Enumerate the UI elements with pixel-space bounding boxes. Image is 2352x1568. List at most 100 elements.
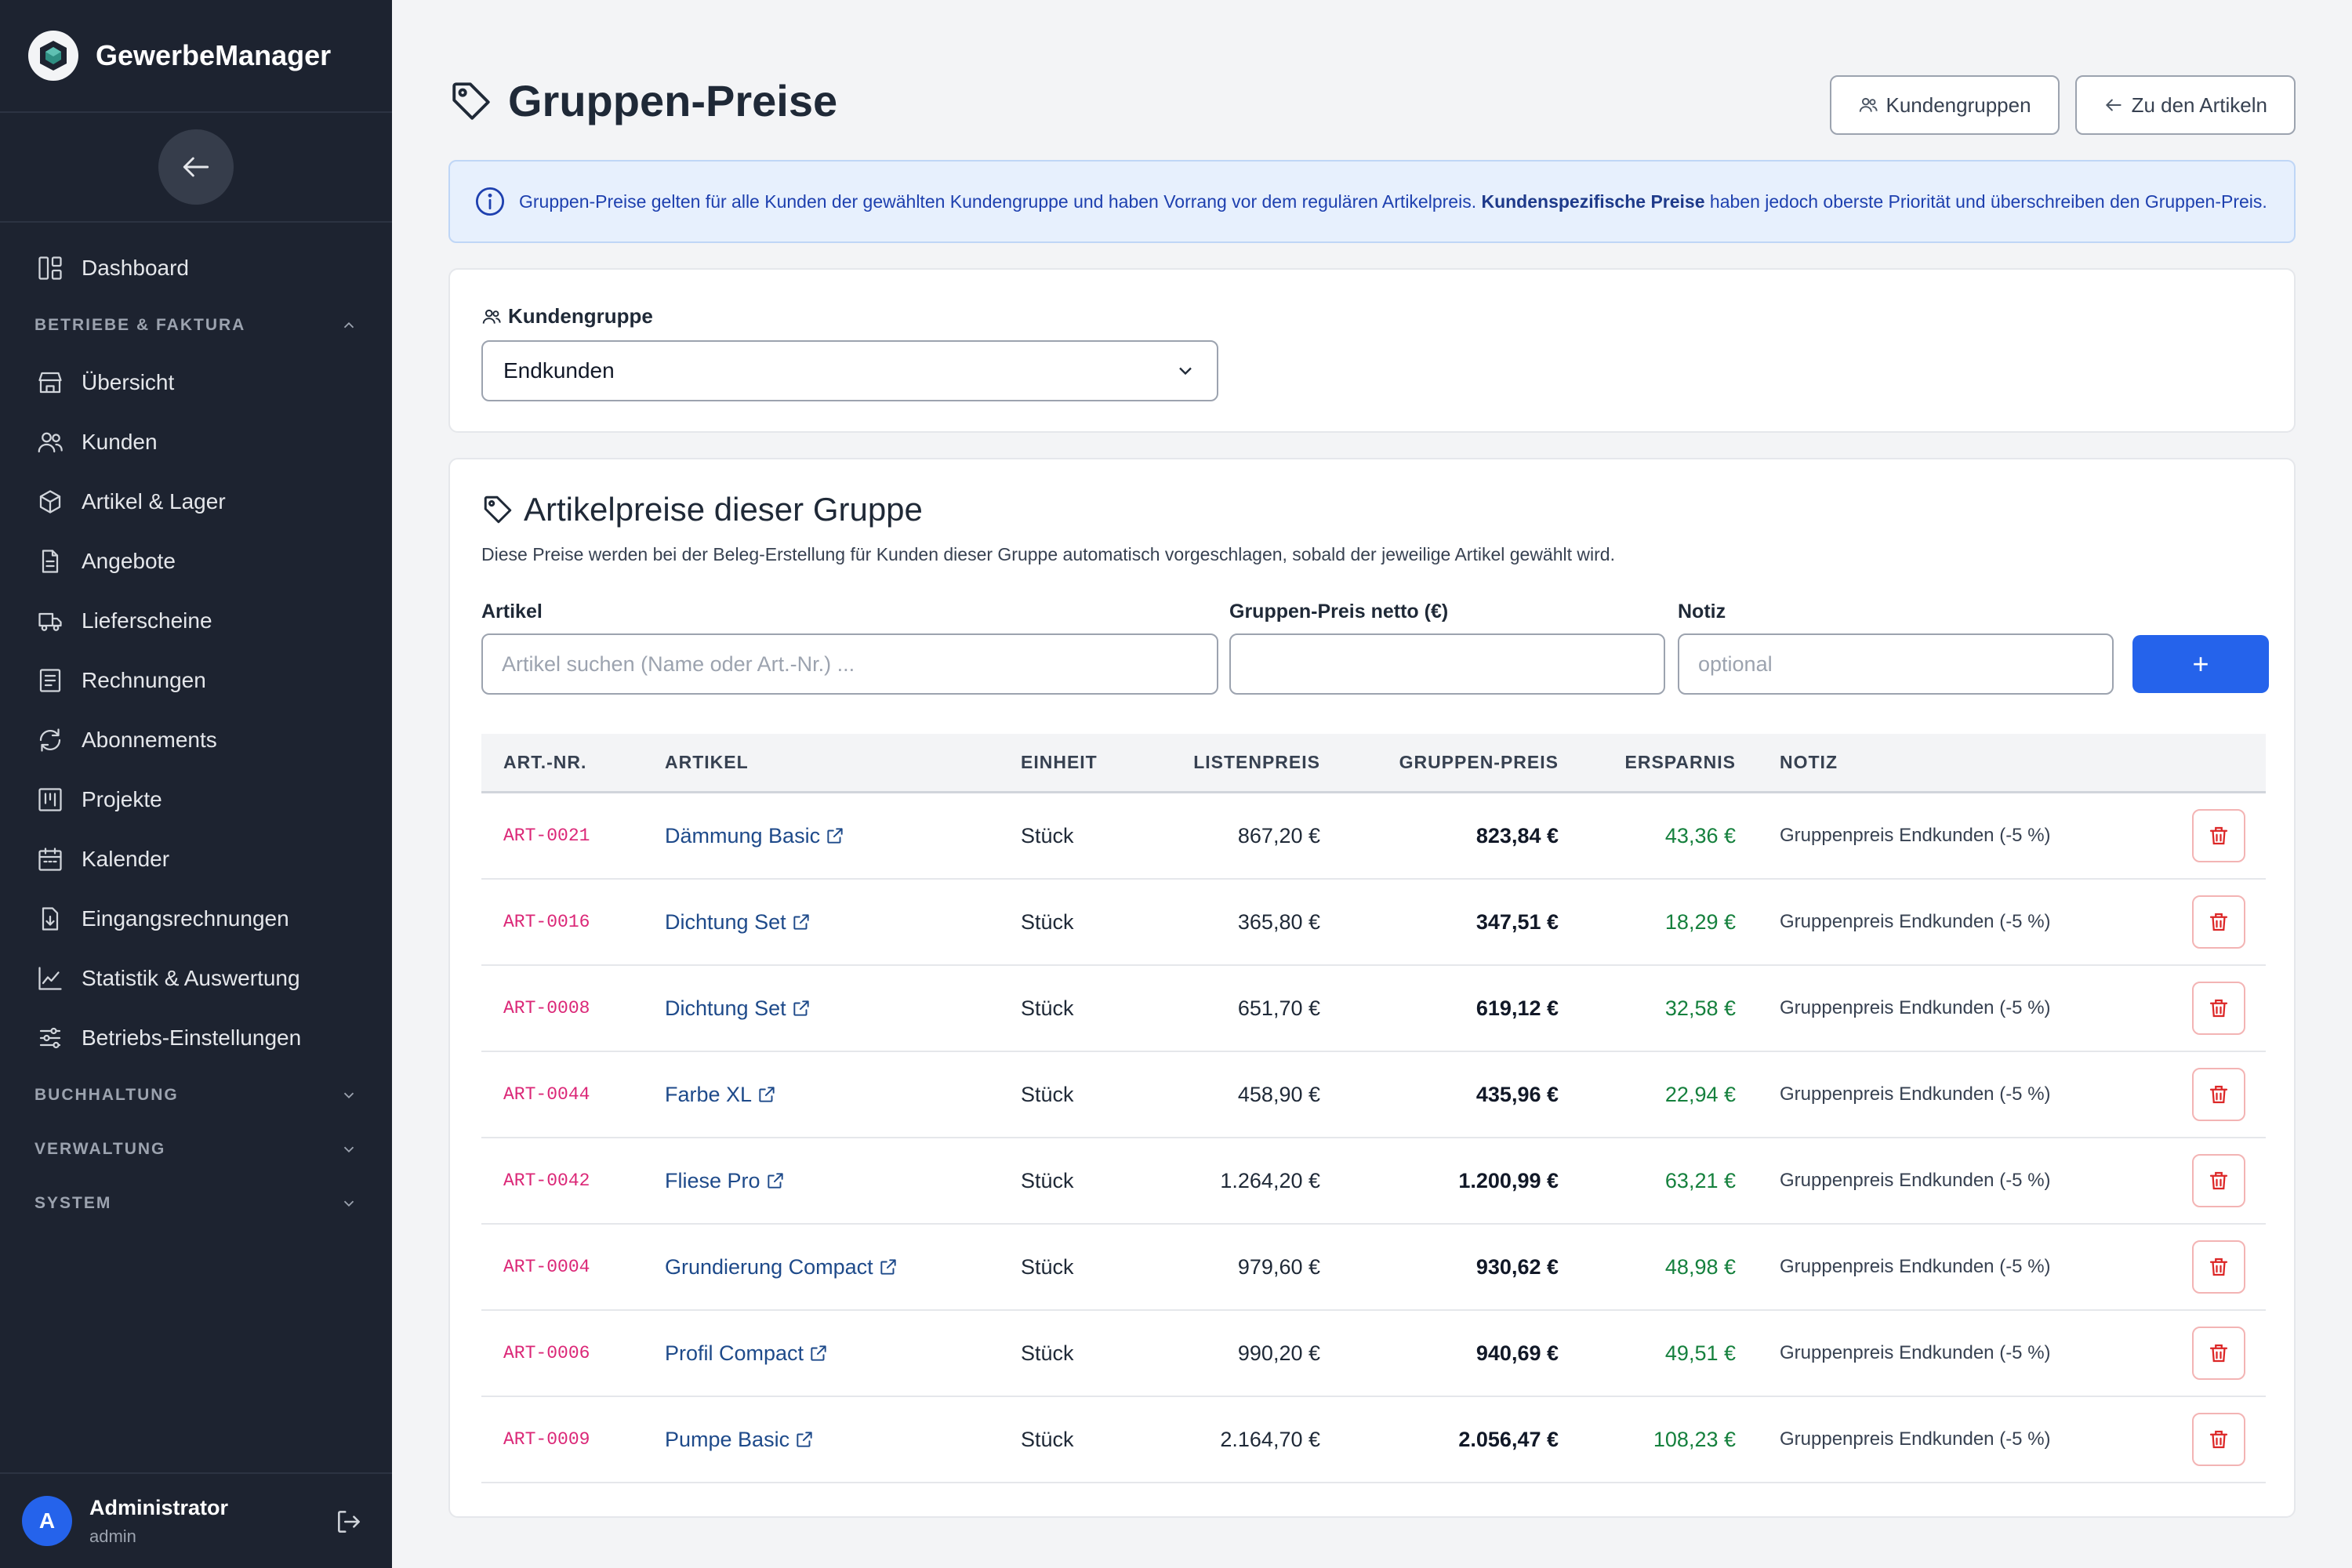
sidebar-item-label: Kalender <box>82 847 170 871</box>
article-prices-card: Artikelpreise dieser Gruppe Diese Preise… <box>448 458 2296 1518</box>
sidebar-item-dashboard[interactable]: Dashboard <box>0 238 392 298</box>
col-listenpreis: LISTENPREIS <box>1193 752 1320 772</box>
customer-group-select[interactable]: Endkunden <box>481 340 1218 401</box>
group-price: 347,51 € <box>1475 909 1559 934</box>
table-row: ART-0021 Dämmung Basic Stück 867,20 € 823,84… <box>481 793 2266 880</box>
savings: 32,58 € <box>1664 996 1736 1020</box>
article-link[interactable]: Dichtung Set <box>665 996 811 1021</box>
sidebar-item-lieferscheine[interactable]: Lieferscheine <box>0 591 392 651</box>
sidebar-item-angebote[interactable]: Angebote <box>0 532 392 591</box>
avatar[interactable]: A <box>22 1496 72 1546</box>
external-link-icon <box>827 828 843 844</box>
article-number: ART-0004 <box>503 1257 590 1277</box>
sidebar-item-kunden[interactable]: Kunden <box>0 412 392 472</box>
user-name: Administrator <box>89 1495 229 1519</box>
section-label: VERWALTUNG <box>34 1139 166 1158</box>
delete-button[interactable] <box>2192 809 2245 862</box>
group-price: 940,69 € <box>1475 1341 1559 1365</box>
article-link[interactable]: Fliese Pro <box>665 1169 786 1193</box>
sidebar-item-übersicht[interactable]: Übersicht <box>0 353 392 412</box>
logout-button[interactable] <box>334 1507 364 1541</box>
savings: 22,94 € <box>1664 1082 1736 1106</box>
article-link[interactable]: Farbe XL <box>665 1083 777 1107</box>
delete-button[interactable] <box>2192 1068 2245 1121</box>
article-name: Dämmung Basic <box>665 823 821 848</box>
col-art-nr: ART.-NR. <box>503 752 587 772</box>
users-icon <box>482 309 501 324</box>
external-link-icon <box>797 1432 812 1447</box>
section-label: SYSTEM <box>34 1193 112 1212</box>
article-link[interactable]: Dämmung Basic <box>665 824 845 848</box>
savings: 49,51 € <box>1664 1341 1736 1365</box>
sidebar-nav: Dashboard BETRIEBE & FAKTURA Übersicht Ku… <box>0 223 392 1230</box>
note: Gruppenpreis Endkunden (-5 %) <box>1780 1083 2051 1105</box>
delete-button[interactable] <box>2192 1240 2245 1294</box>
article-search-input[interactable]: Artikel suchen (Name oder Art.-Nr.) ... <box>481 633 1218 695</box>
trash-icon <box>2209 1258 2228 1276</box>
table-header: ART.-NR. ARTIKEL EINHEIT LISTENPREIS GRU… <box>481 734 2266 793</box>
delete-button[interactable] <box>2192 1413 2245 1466</box>
section-betriebe-faktura[interactable]: BETRIEBE & FAKTURA <box>0 298 392 353</box>
tag-icon <box>452 82 490 120</box>
table-row: ART-0004 Grundierung Compact Stück 979,60 €… <box>481 1225 2266 1311</box>
sidebar-item-rechnungen[interactable]: Rechnungen <box>0 651 392 710</box>
chevron-down-icon <box>343 1092 354 1098</box>
section-buchhaltung[interactable]: BUCHHALTUNG <box>0 1068 392 1122</box>
trash-icon <box>2209 1085 2228 1104</box>
chevron-up-icon <box>343 321 354 328</box>
arrow-left-icon <box>2105 99 2122 111</box>
unit: Stück <box>1021 1341 1074 1365</box>
section-verwaltung[interactable]: VERWALTUNG <box>0 1122 392 1176</box>
delete-button[interactable] <box>2192 895 2245 949</box>
list-price: 990,20 € <box>1237 1341 1320 1365</box>
prices-table: ART.-NR. ARTIKEL EINHEIT LISTENPREIS GRU… <box>481 734 2266 1483</box>
brand-name: GewerbeManager <box>96 39 332 71</box>
article-name: Dichtung Set <box>665 909 786 934</box>
article-link[interactable]: Pumpe Basic <box>665 1428 815 1452</box>
receipt-icon <box>34 665 66 696</box>
table-row: ART-0006 Profil Compact Stück 990,20 € 940,6… <box>481 1311 2266 1397</box>
note-input[interactable]: optional <box>1678 633 2114 695</box>
sidebar-item-eingangsrechnungen[interactable]: Eingangsrechnungen <box>0 889 392 949</box>
info-text: Gruppen-Preise gelten für alle Kunden de… <box>519 191 2267 212</box>
kanban-icon <box>34 784 66 815</box>
section-system[interactable]: SYSTEM <box>0 1176 392 1230</box>
col-notiz: NOTIZ <box>1780 752 1838 772</box>
article-link[interactable]: Profil Compact <box>665 1341 829 1366</box>
delete-button[interactable] <box>2192 1327 2245 1380</box>
delete-button[interactable] <box>2192 1154 2245 1207</box>
article-name: Pumpe Basic <box>665 1427 790 1451</box>
sidebar-item-label: Angebote <box>82 549 176 573</box>
trash-icon <box>2209 999 2228 1018</box>
article-link[interactable]: Dichtung Set <box>665 910 811 935</box>
group-select-card: Kundengruppe Endkunden <box>448 268 2296 433</box>
savings: 18,29 € <box>1664 909 1736 934</box>
savings: 43,36 € <box>1664 823 1736 848</box>
collapse-sidebar-button[interactable] <box>158 129 234 205</box>
to-articles-button[interactable]: Zu den Artikeln <box>2074 75 2296 135</box>
unit: Stück <box>1021 996 1074 1020</box>
sidebar-item-label: Betriebs-Einstellungen <box>82 1025 302 1050</box>
sidebar-item-projekte[interactable]: Projekte <box>0 770 392 829</box>
dashboard-icon <box>34 252 66 284</box>
sidebar-item-betriebs-einstellungen[interactable]: Betriebs-Einstellungen <box>0 1008 392 1068</box>
add-price-button[interactable]: + <box>2132 635 2269 693</box>
delete-button[interactable] <box>2192 982 2245 1035</box>
article-number: ART-0009 <box>503 1429 590 1450</box>
customer-groups-label: Kundengruppen <box>1886 93 2031 117</box>
brand[interactable]: GewerbeManager <box>0 0 392 113</box>
note: Gruppenpreis Endkunden (-5 %) <box>1780 1428 2051 1450</box>
sidebar-item-statistik-auswertung[interactable]: Statistik & Auswertung <box>0 949 392 1008</box>
group-price-input[interactable] <box>1229 633 1665 695</box>
article-link[interactable]: Grundierung Compact <box>665 1255 898 1279</box>
sidebar-item-artikel-lager[interactable]: Artikel & Lager <box>0 472 392 532</box>
brand-logo-icon <box>28 31 78 81</box>
trash-icon <box>2209 1344 2228 1363</box>
external-link-icon <box>793 1000 809 1016</box>
savings: 63,21 € <box>1664 1168 1736 1192</box>
customer-groups-button[interactable]: Kundengruppen <box>1829 75 2060 135</box>
list-price: 2.164,70 € <box>1220 1427 1320 1451</box>
sidebar-item-abonnements[interactable]: Abonnements <box>0 710 392 770</box>
document-icon <box>34 546 66 577</box>
sidebar-item-kalender[interactable]: Kalender <box>0 829 392 889</box>
